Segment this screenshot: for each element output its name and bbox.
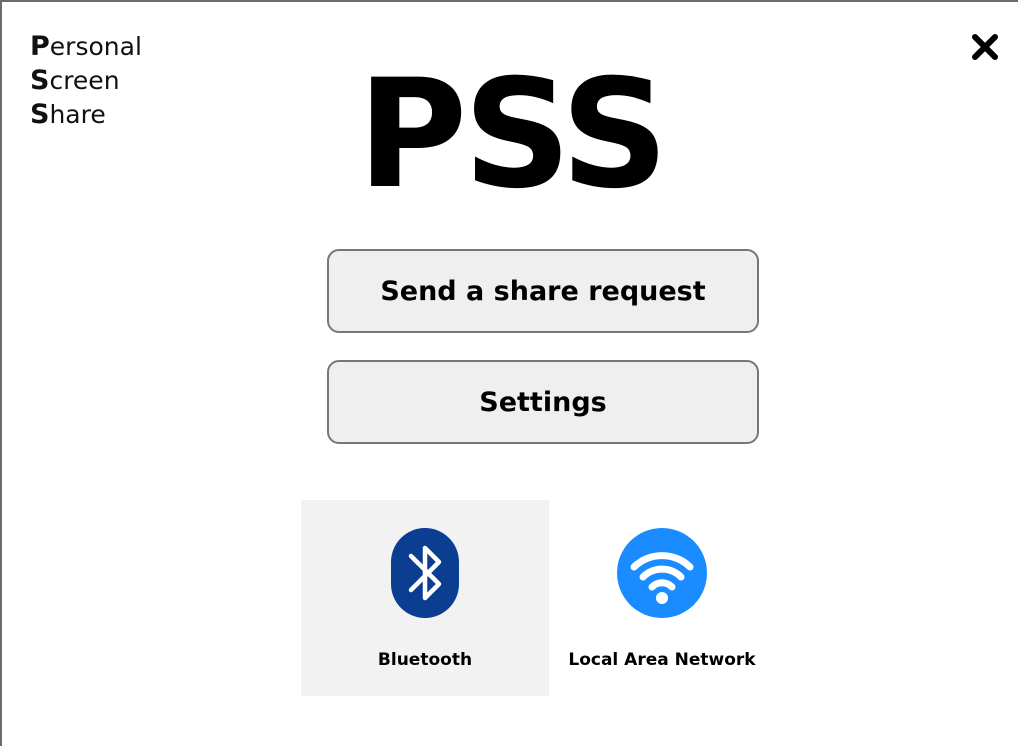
acronym-row-personal: Personal	[30, 30, 142, 64]
acronym-initial: P	[30, 31, 50, 62]
app-logo: PSS	[357, 48, 668, 222]
bluetooth-icon	[375, 528, 475, 618]
connection-label: Local Area Network	[568, 650, 756, 670]
connection-option-bluetooth[interactable]: Bluetooth	[301, 500, 549, 696]
connection-option-lan[interactable]: Local Area Network	[538, 500, 786, 696]
settings-button[interactable]: Settings	[327, 360, 759, 444]
connection-label: Bluetooth	[377, 650, 473, 670]
close-icon	[972, 34, 998, 60]
wifi-icon	[612, 528, 712, 618]
acronym-rest: ersonal	[49, 32, 142, 61]
app-window: Personal Screen Share PSS Send a share r…	[0, 0, 1018, 746]
send-share-request-button[interactable]: Send a share request	[327, 249, 759, 333]
